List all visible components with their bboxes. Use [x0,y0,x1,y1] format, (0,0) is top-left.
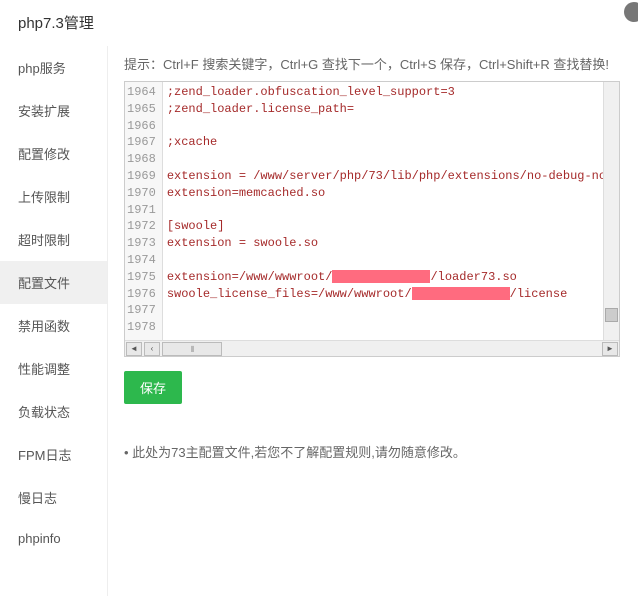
scroll-right-button[interactable]: ► [602,342,618,356]
code-line: extension=/www/wwwroot//loader73.so [167,269,615,286]
line-gutter: 1964196519661967196819691970197119721973… [125,82,163,340]
code-line: extension=memcached.so [167,185,615,202]
sidebar-item-0[interactable]: php服务 [0,46,107,89]
sidebar-item-10[interactable]: 慢日志 [0,476,107,519]
save-button[interactable]: 保存 [124,371,182,404]
sidebar-item-1[interactable]: 安装扩展 [0,89,107,132]
horizontal-scroll-thumb[interactable]: ⦀ [162,342,222,356]
scroll-step-left-button[interactable]: ‹ [144,342,160,356]
page-title: php7.3管理 [0,0,638,46]
code-line: swoole_license_files=/www/wwwroot//licen… [167,286,615,303]
sidebar-item-4[interactable]: 超时限制 [0,218,107,261]
code-area[interactable]: ;zend_loader.obfuscation_level_support=3… [163,82,619,340]
close-icon[interactable] [624,2,638,22]
config-note: 此处为73主配置文件,若您不了解配置规则,请勿随意修改。 [124,442,622,461]
code-line [167,202,615,219]
code-line: ;xcache [167,134,615,151]
sidebar-item-5[interactable]: 配置文件 [0,261,107,304]
horizontal-scrollbar[interactable]: ◄ ‹ ⦀ ► [125,340,619,356]
sidebar-item-11[interactable]: phpinfo [0,519,107,558]
body: php服务安装扩展配置修改上传限制超时限制配置文件禁用函数性能调整负载状态FPM… [0,46,638,596]
code-line: ;zend_loader.obfuscation_level_support=3 [167,84,615,101]
vertical-scrollbar[interactable] [603,82,619,340]
code-line [167,151,615,168]
vertical-scroll-thumb[interactable] [605,308,618,322]
hint-text: 提示：Ctrl+F 搜索关键字，Ctrl+G 查找下一个，Ctrl+S 保存，C… [124,54,622,73]
sidebar: php服务安装扩展配置修改上传限制超时限制配置文件禁用函数性能调整负载状态FPM… [0,46,108,596]
sidebar-item-7[interactable]: 性能调整 [0,347,107,390]
redacted-text [332,270,430,283]
sidebar-item-6[interactable]: 禁用函数 [0,304,107,347]
sidebar-item-9[interactable]: FPM日志 [0,433,107,476]
code-line [167,302,615,319]
main-panel: 提示：Ctrl+F 搜索关键字，Ctrl+G 查找下一个，Ctrl+S 保存，C… [108,46,638,596]
code-line [167,118,615,135]
sidebar-item-2[interactable]: 配置修改 [0,132,107,175]
scroll-left-button[interactable]: ◄ [126,342,142,356]
sidebar-item-3[interactable]: 上传限制 [0,175,107,218]
redacted-text [412,287,510,300]
code-line: extension = swoole.so [167,235,615,252]
code-editor[interactable]: 1964196519661967196819691970197119721973… [124,81,620,357]
code-line: extension = /www/server/php/73/lib/php/e… [167,168,615,185]
code-line: [swoole] [167,218,615,235]
code-line [167,252,615,269]
sidebar-item-8[interactable]: 负载状态 [0,390,107,433]
code-line: ;zend_loader.license_path= [167,101,615,118]
code-line [167,319,615,336]
